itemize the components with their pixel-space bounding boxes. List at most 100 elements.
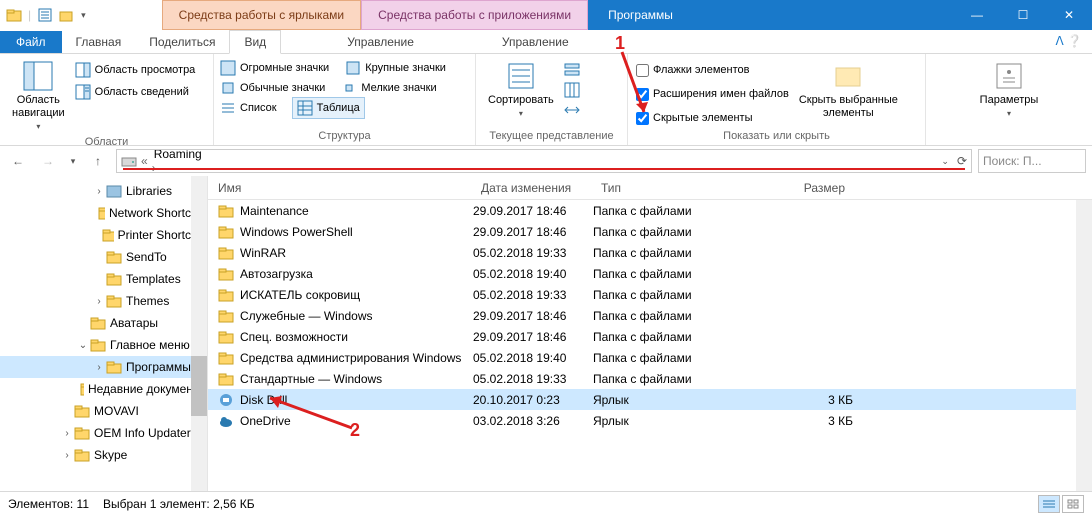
refresh-icon[interactable]: ⟳ [957, 154, 967, 168]
nav-recent-button[interactable]: ▾ [66, 149, 80, 173]
subtab-manage-1[interactable]: Управление [317, 31, 444, 53]
tree-scrollbar[interactable] [191, 176, 207, 491]
chevron-icon[interactable]: « [139, 154, 150, 168]
nav-pane-button[interactable]: Область навигации ▾ [8, 58, 69, 134]
tab-share[interactable]: Поделиться [135, 31, 229, 53]
list-row[interactable]: ИСКАТЕЛЬ сокровищ05.02.2018 19:33Папка с… [208, 284, 1092, 305]
add-columns-icon[interactable] [564, 82, 580, 98]
details-pane-button[interactable]: Область сведений [75, 82, 196, 102]
context-tab-apps[interactable]: Средства работы с приложениями [361, 0, 588, 30]
col-name[interactable]: Имя [208, 181, 473, 195]
list-row[interactable]: Стандартные — Windows05.02.2018 19:33Пап… [208, 368, 1092, 389]
tree-item-label: Недавние документы [88, 382, 207, 396]
col-size[interactable]: Размер [723, 181, 853, 195]
col-date[interactable]: Дата изменения [473, 181, 593, 195]
list-row[interactable]: Maintenance29.09.2017 18:46Папка с файла… [208, 200, 1092, 221]
subtab-manage-2[interactable]: Управление [472, 31, 599, 53]
tree-item-label: Themes [126, 294, 169, 308]
group-by-icon[interactable] [564, 62, 580, 78]
annotation-underline [123, 168, 965, 170]
tree-item[interactable]: › Themes [0, 290, 207, 312]
breadcrumb[interactable]: « Локальный диск (C:)›Пользователи›MERS›… [116, 149, 972, 173]
tree-scroll-thumb[interactable] [191, 356, 207, 416]
tab-view[interactable]: Вид [229, 30, 281, 54]
nav-tree[interactable]: ›LibrariesNetwork ShortcutsPrinter Short… [0, 176, 208, 491]
huge-icons-icon [220, 60, 236, 76]
tree-item[interactable]: Printer Shortcuts [0, 224, 207, 246]
expand-icon[interactable]: › [92, 362, 106, 373]
row-name: Средства администрирования Windows [240, 351, 461, 365]
size-columns-icon[interactable] [564, 102, 580, 118]
column-headers[interactable]: Имя Дата изменения Тип Размер [208, 176, 1092, 200]
layout-small[interactable]: Мелкие значки [341, 78, 436, 98]
tree-item-label: Программы [126, 360, 191, 374]
list-row[interactable]: OneDrive03.02.2018 3:26Ярлык3 КБ [208, 410, 1092, 431]
list-row[interactable]: Disk Drill20.10.2017 0:23Ярлык3 КБ [208, 389, 1092, 410]
nav-forward-button[interactable]: → [36, 149, 60, 173]
row-type: Ярлык [593, 393, 723, 407]
chevron-right-icon[interactable]: › [150, 161, 158, 173]
search-input[interactable]: Поиск: П... [978, 149, 1086, 173]
status-bar: Элементов: 11 Выбран 1 элемент: 2,56 КБ [0, 491, 1092, 515]
expand-icon[interactable]: › [60, 450, 74, 461]
tree-item-label: OEM Info Updater [94, 426, 191, 440]
tree-item[interactable]: Недавние документы [0, 378, 207, 400]
tree-item[interactable]: Network Shortcuts [0, 202, 207, 224]
tab-home[interactable]: Главная [62, 31, 136, 53]
tree-item[interactable]: Templates [0, 268, 207, 290]
props-icon[interactable] [37, 7, 53, 23]
layout-normal[interactable]: Обычные значки [220, 78, 325, 98]
maximize-button[interactable]: ☐ [1000, 0, 1046, 30]
layout-list[interactable]: Список [220, 98, 277, 118]
close-button[interactable]: ✕ [1046, 0, 1092, 30]
list-row[interactable]: Спец. возможности29.09.2017 18:46Папка с… [208, 326, 1092, 347]
list-row[interactable]: Windows PowerShell29.09.2017 18:46Папка … [208, 221, 1092, 242]
list-row[interactable]: Средства администрирования Windows 05.02.… [208, 347, 1092, 368]
tree-item[interactable]: Аватары [0, 312, 207, 334]
view-icons-button[interactable] [1062, 495, 1084, 513]
expand-icon[interactable]: › [92, 296, 106, 307]
context-tab-shortcuts[interactable]: Средства работы с ярлыками [162, 0, 361, 30]
check-flags[interactable]: Флажки элементов [636, 60, 789, 80]
hide-selected-button[interactable]: Скрыть выбранные элементы [795, 58, 902, 122]
check-extensions[interactable]: Расширения имен файлов [636, 84, 789, 104]
expand-icon[interactable]: › [60, 428, 74, 439]
tree-item[interactable]: › Программы [0, 356, 207, 378]
tree-item[interactable]: ›Skype [0, 444, 207, 466]
list-scrollbar[interactable] [1076, 200, 1092, 491]
nav-up-button[interactable]: ↑ [86, 149, 110, 173]
breadcrumb-seg[interactable]: Roaming [150, 149, 272, 161]
new-folder-icon[interactable] [59, 7, 75, 23]
expand-icon[interactable]: › [92, 186, 106, 197]
nav-back-button[interactable]: ← [6, 149, 30, 173]
sort-button[interactable]: Сортировать ▾ [484, 58, 558, 121]
tree-item[interactable]: SendTo [0, 246, 207, 268]
tree-item[interactable]: ›Libraries [0, 180, 207, 202]
layout-table[interactable]: Таблица [293, 98, 364, 118]
addr-dropdown-icon[interactable]: ⌄ [941, 156, 949, 167]
list-row[interactable]: Автозагрузка05.02.2018 19:40Папка с файл… [208, 263, 1092, 284]
row-date: 29.09.2017 18:46 [473, 330, 593, 344]
qat-dropdown-icon[interactable]: ▾ [81, 10, 86, 21]
tree-item-label: MOVAVI [94, 404, 139, 418]
expand-icon[interactable]: ⌄ [76, 340, 90, 351]
view-details-button[interactable] [1038, 495, 1060, 513]
minimize-button[interactable]: — [954, 0, 1000, 30]
tree-item[interactable]: MOVAVI [0, 400, 207, 422]
file-tab[interactable]: Файл [0, 31, 62, 53]
layout-huge[interactable]: Огромные значки [220, 58, 329, 78]
row-name: Автозагрузка [240, 267, 313, 281]
group-label-show: Показать или скрыть [628, 128, 925, 145]
layout-large[interactable]: Крупные значки [345, 58, 446, 78]
ribbon-toggle-icon[interactable]: ᐱ ❔ [1056, 34, 1082, 48]
col-type[interactable]: Тип [593, 181, 723, 195]
check-hidden[interactable]: Скрытые элементы [636, 108, 789, 128]
preview-pane-button[interactable]: Область просмотра [75, 60, 196, 80]
options-button[interactable]: Параметры ▾ [976, 58, 1043, 121]
tree-item[interactable]: › OEM Info Updater [0, 422, 207, 444]
list-row[interactable]: Служебные — Windows29.09.2017 18:46Папка… [208, 305, 1092, 326]
row-date: 05.02.2018 19:40 [473, 351, 593, 365]
qat-sep: | [28, 8, 31, 22]
list-row[interactable]: WinRAR05.02.2018 19:33Папка с файлами [208, 242, 1092, 263]
tree-item[interactable]: ⌄Главное меню [0, 334, 207, 356]
